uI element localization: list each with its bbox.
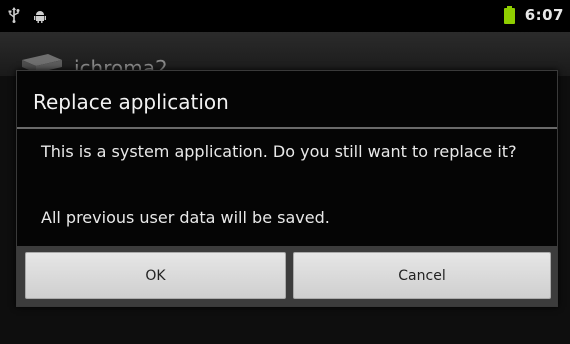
battery-icon — [503, 6, 515, 24]
dialog-message: This is a system application. Do you sti… — [41, 142, 517, 161]
status-bar: 6:07 — [0, 0, 570, 32]
dialog-button-bar: OK Cancel — [17, 246, 557, 306]
title-divider — [17, 127, 557, 129]
replace-application-dialog: Replace application This is a system app… — [16, 70, 558, 307]
system-indicators: 6:07 — [503, 6, 564, 24]
dialog-note: All previous user data will be saved. — [41, 208, 330, 227]
ok-button[interactable]: OK — [25, 252, 286, 299]
notification-icons — [8, 7, 46, 27]
usb-icon — [8, 7, 20, 27]
android-debug-icon — [34, 8, 46, 27]
dialog-title: Replace application — [33, 90, 229, 114]
cancel-button[interactable]: Cancel — [293, 252, 551, 299]
status-time: 6:07 — [524, 6, 564, 24]
